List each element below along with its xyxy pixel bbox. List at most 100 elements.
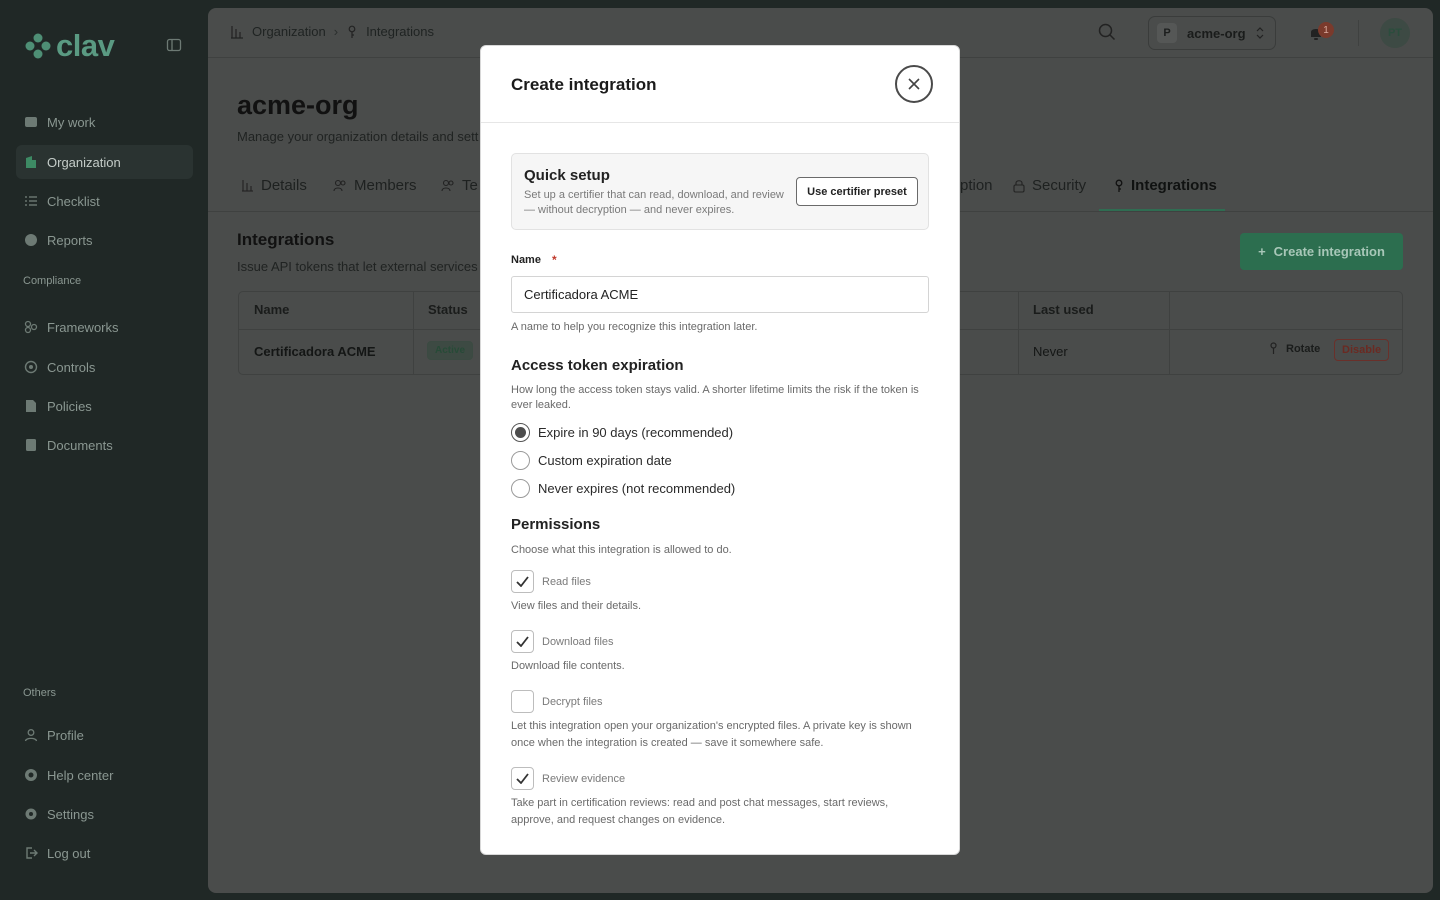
tab-integrations[interactable]: Integrations (1114, 177, 1217, 194)
sidebar-item-documents[interactable]: Documents (16, 428, 193, 462)
sidebar-item-label: Profile (47, 727, 84, 743)
create-integration-label: Create integration (1273, 244, 1385, 259)
sidebar-toggle-icon[interactable] (166, 37, 182, 53)
radio-button[interactable] (511, 479, 530, 498)
sidebar-item-organization[interactable]: Organization (16, 145, 193, 179)
cell-last-used: Never (1033, 344, 1068, 359)
sidebar-item-label: Documents (47, 437, 113, 453)
radio-never-expires[interactable]: Never expires (not recommended) (511, 479, 735, 498)
radio-expire-90-days[interactable]: Expire in 90 days (recommended) (511, 423, 733, 442)
column-divider (1169, 292, 1170, 374)
tab-details[interactable]: Details (241, 177, 307, 194)
sidebar-item-label: Help center (47, 767, 114, 783)
sidebar-item-label: Log out (47, 845, 91, 861)
radio-button[interactable] (511, 451, 530, 470)
checkbox-label: Read files (542, 575, 591, 588)
radio-label: Never expires (not recommended) (538, 481, 736, 496)
sidebar-section-others: Others (23, 687, 57, 699)
sidebar-item-label: Settings (47, 806, 94, 822)
org-initial: P (1157, 23, 1177, 43)
checkbox[interactable] (511, 767, 534, 790)
check-icon (516, 773, 529, 784)
permission-read-files[interactable]: Read files (511, 570, 591, 593)
name-field-hint: A name to help you recognize this integr… (511, 321, 758, 333)
sidebar-item-settings[interactable]: Settings (16, 797, 193, 831)
inbox-icon (25, 117, 37, 127)
search-icon[interactable] (1098, 23, 1116, 41)
column-header-last-used: Last used (1033, 302, 1094, 317)
quick-setup-title: Quick setup (524, 167, 610, 184)
checkbox[interactable] (511, 570, 534, 593)
divider (1358, 20, 1359, 46)
expiration-title: Access token expiration (511, 357, 684, 374)
avatar[interactable]: PT (1380, 18, 1410, 48)
radio-custom-date[interactable]: Custom expiration date (511, 451, 672, 470)
permission-review-evidence[interactable]: Review evidence (511, 767, 625, 790)
users-icon (441, 179, 454, 192)
create-integration-modal: Create integration Quick setup Set up a … (480, 45, 960, 855)
status-badge: Active (427, 341, 474, 360)
disable-button[interactable]: Disable (1334, 339, 1390, 361)
permission-description: Take part in certification reviews: read… (511, 797, 889, 826)
org-switcher[interactable]: P acme-org (1148, 16, 1276, 50)
permission-description: Download file contents. (511, 660, 625, 672)
permission-description: Let this integration open your organizat… (511, 720, 912, 749)
tab-label: Security (1032, 177, 1087, 194)
page-subtitle: Manage your organization details and set… (237, 129, 479, 144)
sidebar-section-compliance: Compliance (23, 275, 82, 287)
check-icon (516, 636, 529, 647)
sidebar-item-profile[interactable]: Profile (16, 718, 193, 752)
sidebar-item-label: My work (47, 114, 96, 130)
tab-members[interactable]: Members (333, 177, 417, 194)
tab-label: Members (354, 177, 417, 194)
app-logo[interactable]: clav (24, 30, 115, 61)
notification-badge: 1 (1318, 22, 1334, 38)
users-icon (333, 179, 346, 192)
sidebar-item-label: Reports (47, 232, 93, 248)
radio-button[interactable] (511, 423, 530, 442)
sidebar-item-help-center[interactable]: Help center (16, 758, 193, 792)
org-switcher-name: acme-org (1187, 25, 1246, 41)
check-icon (516, 576, 529, 587)
building-icon (26, 156, 36, 168)
logout-icon (26, 847, 38, 859)
gear-icon (25, 808, 37, 820)
permission-description: View files and their details. (511, 600, 642, 612)
document-icon (26, 439, 36, 451)
tab-label: Details (261, 177, 307, 194)
sidebar-item-policies[interactable]: Policies (16, 389, 193, 423)
key-icon (1115, 179, 1123, 192)
checkbox[interactable] (511, 630, 534, 653)
sidebar-item-log-out[interactable]: Log out (16, 836, 193, 870)
building-icon (242, 180, 253, 192)
name-input[interactable] (511, 276, 929, 313)
tab-teams[interactable]: Te (441, 177, 478, 194)
sidebar-item-frameworks[interactable]: Frameworks (16, 310, 193, 344)
permission-download-files[interactable]: Download files (511, 630, 614, 653)
tab-label: ption (960, 177, 993, 194)
close-button[interactable] (895, 65, 933, 103)
chevron-updown-icon (1256, 27, 1263, 39)
name-field-label: Name (511, 254, 541, 266)
create-integration-button[interactable]: + Create integration (1240, 233, 1403, 270)
section-title: Integrations (237, 230, 335, 249)
frameworks-icon (24, 320, 38, 334)
tab-security[interactable]: Security (1013, 177, 1086, 194)
tab-encryption[interactable]: ption (960, 177, 993, 194)
close-icon (908, 78, 920, 90)
use-certifier-preset-button[interactable]: Use certifier preset (796, 177, 918, 206)
controls-icon (24, 360, 38, 374)
help-icon (25, 769, 37, 781)
sidebar-item-checklist[interactable]: Checklist (16, 184, 193, 218)
breadcrumb-organization[interactable]: Organization (252, 24, 326, 39)
checkbox[interactable] (511, 690, 534, 713)
page-title: acme-org (237, 90, 359, 120)
breadcrumb-integrations[interactable]: Integrations (366, 24, 434, 39)
rotate-button[interactable]: Rotate (1269, 342, 1320, 355)
sidebar-item-controls[interactable]: Controls (16, 350, 193, 384)
key-icon (1270, 342, 1277, 354)
permission-decrypt-files[interactable]: Decrypt files (511, 690, 603, 713)
sidebar-item-my-work[interactable]: My work (16, 105, 193, 139)
sidebar-item-reports[interactable]: Reports (16, 223, 193, 257)
key-icon (348, 25, 356, 38)
